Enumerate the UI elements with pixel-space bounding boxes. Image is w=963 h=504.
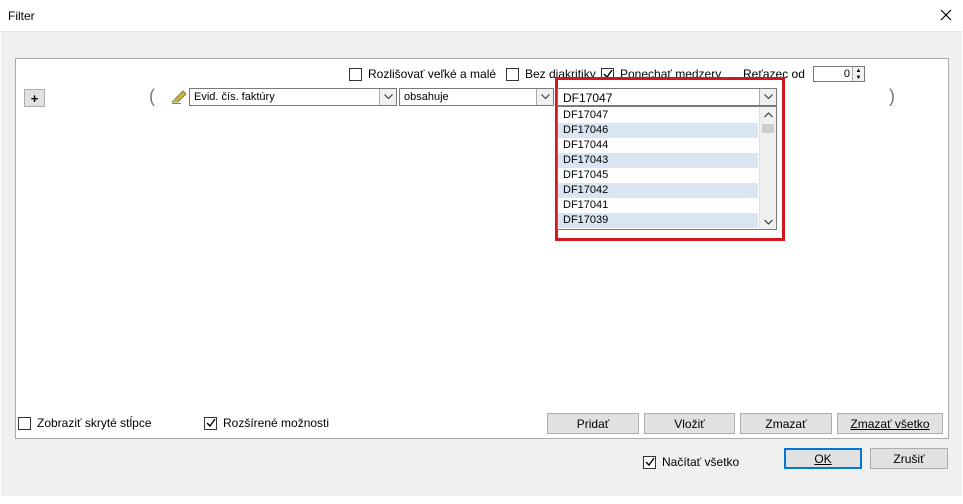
add-button[interactable]: Pridať — [547, 413, 639, 434]
delete-button[interactable]: Zmazať — [740, 413, 832, 434]
chevron-down-icon[interactable] — [379, 89, 396, 105]
filter-panel: Rozlišovať veľké a malé Bez diakritiky P… — [15, 58, 949, 439]
cancel-button[interactable]: Zrušiť — [870, 448, 948, 469]
list-item[interactable]: DF17044 — [558, 138, 758, 153]
delete-all-label: Zmazať všetko — [850, 416, 930, 431]
scroll-thumb[interactable] — [762, 124, 774, 133]
checkbox-box — [643, 455, 656, 469]
value-selected: DF17047 — [563, 91, 613, 105]
case-sensitive-checkbox[interactable]: Rozlišovať veľké a malé — [349, 67, 496, 81]
list-item[interactable]: DF17046 — [558, 123, 758, 138]
value-combo[interactable]: DF17047 — [557, 88, 777, 106]
extended-options-checkbox[interactable]: Rozšírené možnosti — [204, 416, 329, 430]
substring-from-value: 0 — [843, 68, 850, 80]
extended-options-label: Rozšírené možnosti — [223, 416, 330, 430]
operator-value: obsahuje — [404, 91, 449, 103]
scroll-down-icon[interactable] — [760, 214, 776, 229]
column-combo[interactable]: Evid. čís. faktúry — [189, 88, 397, 106]
case-sensitive-label: Rozlišovať veľké a malé — [368, 67, 497, 81]
delete-all-button[interactable]: Zmazať všetko — [837, 413, 943, 434]
checkmark-icon — [206, 418, 216, 428]
list-item[interactable]: DF17045 — [558, 168, 758, 183]
window-title: Filter — [8, 9, 35, 23]
chevron-down-icon[interactable] — [759, 89, 776, 105]
ok-label: OK — [814, 451, 832, 466]
insert-button[interactable]: Vložiť — [644, 413, 735, 434]
column-value: Evid. čís. faktúry — [194, 91, 275, 103]
spin-up-icon[interactable]: ▲ — [853, 67, 864, 74]
list-item[interactable]: DF17043 — [558, 153, 758, 168]
load-all-checkbox[interactable]: Načítať všetko — [643, 455, 739, 469]
operator-combo[interactable]: obsahuje — [399, 88, 554, 106]
dialog-body: Rozlišovať veľké a malé Bez diakritiky P… — [1, 31, 962, 496]
edit-icon[interactable] — [171, 90, 187, 104]
scroll-up-icon[interactable] — [760, 107, 776, 122]
list-item[interactable]: DF17047 — [558, 108, 758, 123]
list-scrollbar[interactable] — [759, 107, 776, 229]
list-item[interactable]: DF17042 — [558, 183, 758, 198]
spinner-buttons[interactable]: ▲ ▼ — [852, 67, 864, 81]
value-dropdown-list[interactable]: DF17047 DF17046 DF17044 DF17043 DF17045 … — [557, 106, 777, 230]
show-hidden-columns-checkbox[interactable]: Zobraziť skryté stĺpce — [18, 416, 152, 430]
chevron-down-icon[interactable] — [536, 89, 553, 105]
load-all-label: Načítať všetko — [662, 455, 740, 469]
open-paren[interactable]: ( — [149, 86, 155, 107]
checkbox-box — [349, 67, 362, 81]
spin-down-icon[interactable]: ▼ — [853, 74, 864, 81]
checkbox-box — [204, 416, 217, 430]
list-item[interactable]: DF17039 — [558, 213, 758, 228]
show-hidden-columns-label: Zobraziť skryté stĺpce — [37, 416, 152, 430]
list-item[interactable]: DF17041 — [558, 198, 758, 213]
close-icon — [940, 9, 952, 21]
close-paren[interactable]: ) — [889, 86, 895, 107]
add-condition-button[interactable]: + — [24, 89, 45, 107]
title-bar: Filter — [0, 0, 963, 31]
substring-from-spinner[interactable]: 0 ▲ ▼ — [813, 66, 865, 82]
checkbox-box — [506, 67, 519, 81]
ok-button[interactable]: OK — [784, 448, 862, 469]
checkbox-box — [18, 416, 31, 430]
close-button[interactable] — [933, 4, 959, 26]
checkmark-icon — [645, 457, 655, 467]
